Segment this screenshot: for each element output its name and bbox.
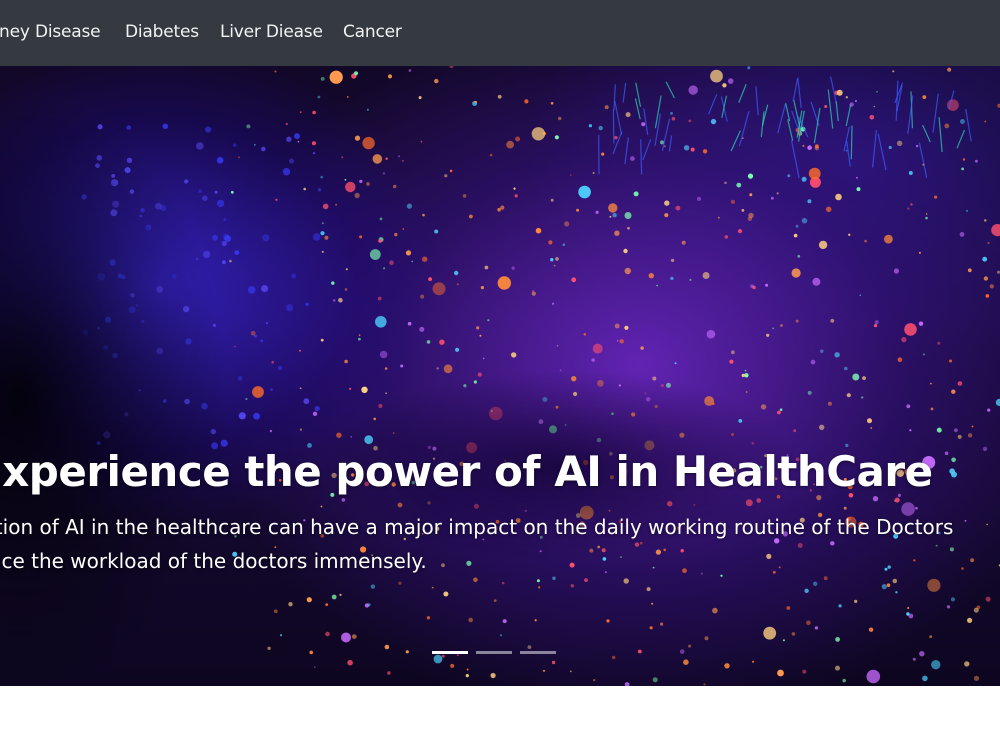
hero-shade-overlay [0, 66, 1000, 686]
top-navbar: Kidney Disease Diabetes Liver Diease Can… [0, 0, 1000, 66]
nav-link-diabetes[interactable]: Diabetes [125, 21, 199, 43]
hero-description: Introduction of AI in the healthcare can… [0, 510, 1000, 578]
hero-title: Experience the power of AI in HealthCare [0, 447, 933, 496]
hero-carousel: Experience the power of AI in HealthCare… [0, 66, 1000, 686]
nav-link-kidney-disease[interactable]: Kidney Disease [0, 21, 101, 43]
carousel-indicator-3[interactable] [520, 651, 556, 654]
hero-description-line-1: Introduction of AI in the healthcare can… [0, 515, 954, 539]
carousel-indicator-1[interactable] [432, 651, 468, 654]
hero-description-line-2: and reduce the workload of the doctors i… [0, 549, 427, 573]
nav-link-cancer[interactable]: Cancer [343, 21, 402, 43]
carousel-indicator-2[interactable] [476, 651, 512, 654]
nav-link-liver-disease[interactable]: Liver Diease [220, 21, 323, 43]
